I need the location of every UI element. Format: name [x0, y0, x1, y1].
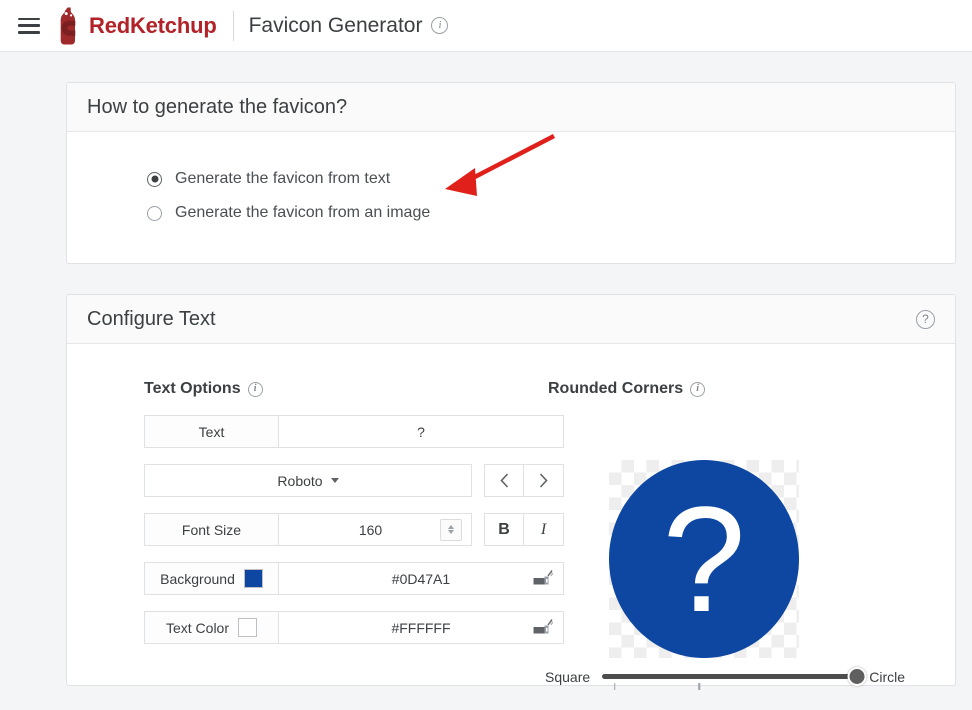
hamburger-menu-icon[interactable] — [18, 17, 40, 34]
slider-min-label: Square — [545, 669, 591, 685]
generation-method-heading: How to generate the favicon? — [87, 95, 348, 118]
color-picker-icon[interactable] — [533, 570, 553, 587]
background-color-input[interactable]: #0D47A1 — [279, 562, 564, 595]
text-color-label-text: Text Color — [165, 619, 230, 636]
chevron-right-icon — [539, 473, 548, 488]
spinner-up-arrow — [448, 525, 454, 529]
spinner-down-arrow — [448, 530, 454, 534]
app-bar: RedKetchup Favicon Generator i — [0, 0, 972, 52]
page-title-text: Favicon Generator — [248, 13, 423, 37]
page-title: Favicon Generator i — [249, 14, 449, 38]
generation-method-header: How to generate the favicon? — [67, 83, 955, 132]
generation-method-card: How to generate the favicon? Generate th… — [66, 82, 956, 264]
font-select[interactable]: Roboto — [144, 464, 472, 497]
info-icon[interactable]: i — [247, 381, 263, 397]
text-options-title-label: Text Options — [144, 380, 241, 397]
hamburger-line — [18, 17, 40, 20]
help-circle-icon[interactable]: ? — [916, 309, 935, 329]
chevron-down-icon — [330, 478, 339, 483]
spinner-updown-icon[interactable] — [440, 518, 462, 541]
favicon-preview-canvas: ? — [609, 460, 799, 658]
color-picker-icon[interactable] — [533, 619, 553, 636]
text-color-swatch[interactable] — [238, 618, 258, 637]
ketchup-bottle-logo[interactable] — [56, 7, 82, 45]
slider-tick — [614, 683, 616, 690]
text-field-label: Text — [144, 415, 279, 448]
hamburger-line — [18, 31, 40, 34]
hamburger-line — [18, 24, 40, 27]
chevron-left-icon — [499, 473, 508, 488]
rounded-corners-title-label: Rounded Corners — [548, 380, 684, 397]
generation-method-options: Generate the favicon from text Generate … — [67, 132, 955, 222]
brand-name[interactable]: RedKetchup — [89, 13, 217, 39]
background-color-row: Background #0D47A1 — [144, 562, 564, 595]
radio-button-from-image[interactable] — [147, 205, 162, 221]
slider-thumb[interactable] — [847, 667, 867, 686]
info-icon[interactable]: i — [690, 381, 706, 397]
font-row: Roboto — [144, 464, 564, 497]
text-color-label: Text Color — [144, 611, 279, 644]
configure-text-header: Configure Text ? — [67, 295, 955, 344]
font-size-label: Font Size — [144, 513, 279, 546]
text-options-title: Text Options i — [144, 380, 263, 398]
info-icon[interactable]: i — [431, 17, 449, 35]
font-size-value: 160 — [358, 521, 383, 538]
background-color-label: Background — [144, 562, 279, 595]
configure-text-body: Text Options i Rounded Corners i Text ? … — [67, 344, 955, 690]
radio-option-from-text[interactable]: Generate the favicon from text — [147, 170, 955, 188]
configure-text-heading: Configure Text — [87, 307, 216, 330]
radio-button-from-text[interactable] — [147, 171, 162, 187]
radio-label-from-text: Generate the favicon from text — [175, 170, 391, 187]
rounded-corners-title: Rounded Corners i — [548, 380, 706, 398]
rounded-corners-slider-row: Square Circle — [545, 666, 905, 690]
text-color-row: Text Color #FFFFFF — [144, 611, 564, 644]
font-size-row: Font Size 160 B I — [144, 513, 564, 546]
text-color-input[interactable]: #FFFFFF — [279, 611, 564, 644]
background-color-swatch[interactable] — [243, 569, 263, 588]
favicon-preview-image: ? — [609, 460, 799, 658]
radio-option-from-image[interactable]: Generate the favicon from an image — [147, 204, 955, 222]
slider-fill — [602, 674, 858, 679]
brand-separator — [232, 10, 234, 41]
configure-text-card: Configure Text ? Text Options i Rounded … — [66, 294, 956, 690]
radio-label-from-image: Generate the favicon from an image — [175, 204, 431, 221]
background-color-label-text: Background — [160, 570, 235, 587]
font-prev-button[interactable] — [484, 464, 524, 497]
font-next-button[interactable] — [524, 464, 564, 497]
background-color-value: #0D47A1 — [391, 570, 451, 587]
italic-button[interactable]: I — [524, 513, 564, 546]
favicon-preview-shape: ? — [609, 460, 799, 658]
svg-text:?: ? — [662, 475, 745, 643]
slider-tick — [698, 683, 700, 690]
text-options-form: Text ? Roboto Font Size 160 B I Backgrou… — [144, 415, 564, 644]
slider-max-label: Circle — [869, 669, 905, 685]
text-field-row: Text ? — [144, 415, 564, 448]
text-input[interactable]: ? — [279, 415, 564, 448]
bold-button[interactable]: B — [484, 513, 524, 546]
rounded-corners-slider[interactable] — [602, 666, 867, 690]
font-select-value: Roboto — [277, 472, 323, 489]
text-color-value: #FFFFFF — [391, 619, 451, 636]
font-size-input[interactable]: 160 — [279, 513, 472, 546]
